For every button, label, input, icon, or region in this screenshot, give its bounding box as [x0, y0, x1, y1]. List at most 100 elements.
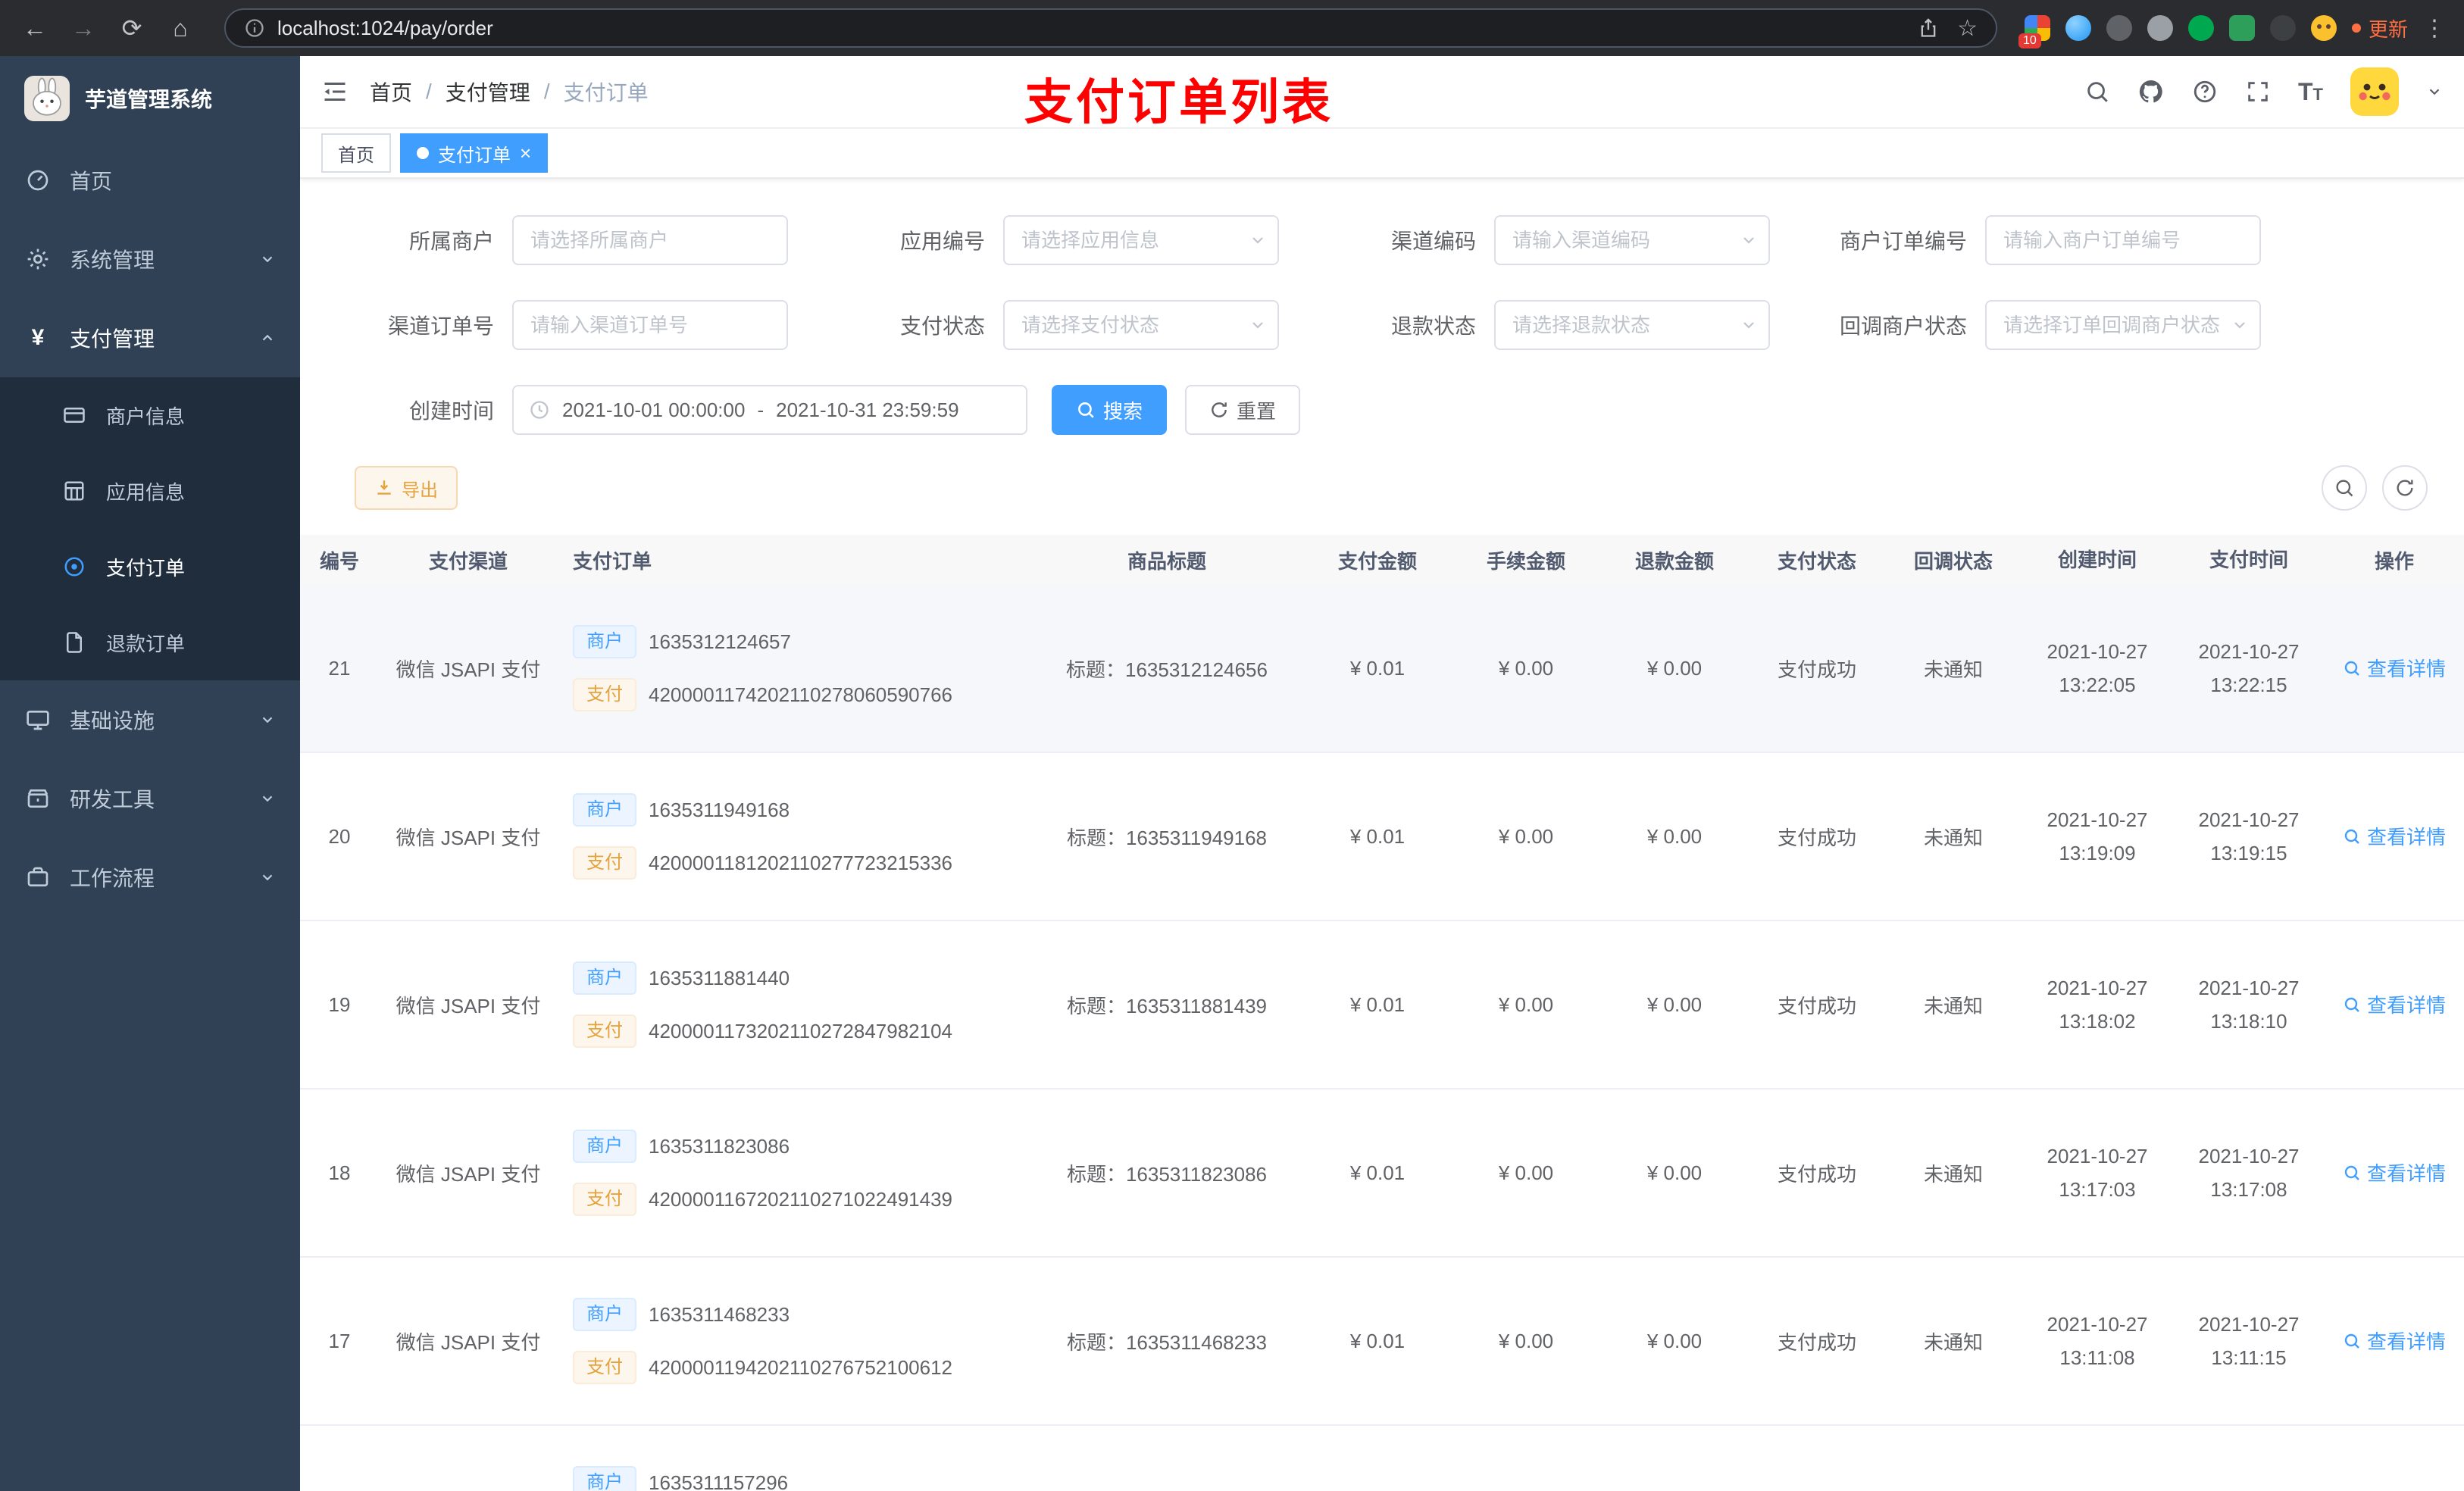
- refund-status-select[interactable]: [1494, 300, 1770, 350]
- cell-title: 标题：1635311823086: [1066, 1162, 1268, 1186]
- sidebar-item-label: 工作流程: [70, 867, 155, 890]
- filter-label-notify-status: 回调商户状态: [1839, 314, 1967, 338]
- tab-pay-order[interactable]: 支付订单 ×: [400, 133, 549, 173]
- extension-icon[interactable]: [2065, 15, 2091, 41]
- cell-pay-time: 2021-10-27 13:22:15: [2198, 639, 2300, 696]
- pay-tag: 支付: [573, 1183, 636, 1216]
- logo-image: [24, 76, 70, 121]
- view-details-link[interactable]: 查看详情: [2343, 1327, 2446, 1355]
- cell-id: 17: [328, 1329, 351, 1352]
- sidebar-item-pay-order[interactable]: 支付订单: [0, 529, 300, 605]
- filter-label-refund-status: 退款状态: [1390, 314, 1476, 338]
- orders-table: 编号 支付渠道 支付订单 商品标题 支付金额 手续金额 退款金额 支付状态 回调…: [300, 535, 2464, 1491]
- sidebar-item-workflow[interactable]: 工作流程: [0, 838, 300, 917]
- extension-icon[interactable]: [2106, 15, 2132, 41]
- pay-tag: 支付: [573, 1014, 636, 1048]
- refresh-button[interactable]: [2382, 465, 2428, 511]
- merchant-order-no: 1635311949168: [649, 798, 790, 821]
- date-range-picker[interactable]: 2021-10-01 00:00:00 - 2021-10-31 23:59:5…: [512, 385, 1027, 435]
- back-icon[interactable]: ←: [18, 11, 52, 45]
- fullscreen-icon[interactable]: [2245, 79, 2271, 105]
- share-icon[interactable]: [1918, 17, 1939, 39]
- merchant-select[interactable]: [512, 215, 788, 265]
- pay-order-no: 4200001194202110276752100612: [649, 1355, 953, 1379]
- collapse-sidebar-icon[interactable]: [321, 78, 349, 105]
- chevron-down-icon: [259, 790, 276, 807]
- merchant-tag: 商户: [573, 625, 636, 658]
- breadcrumb-item[interactable]: 支付管理: [446, 77, 530, 107]
- url-text[interactable]: localhost:1024/pay/order: [277, 17, 493, 40]
- site-info-icon[interactable]: [244, 17, 265, 39]
- view-details-link[interactable]: 查看详情: [2343, 654, 2446, 682]
- view-details-link[interactable]: 查看详情: [2343, 990, 2446, 1018]
- table-row: 21 微信 JSAPI 支付 商户 1635312124657 支付 42000…: [300, 585, 2464, 753]
- cell-title: 标题：1635311468233: [1066, 1330, 1268, 1354]
- chevron-down-icon: [259, 251, 276, 267]
- grid-icon: [61, 477, 88, 505]
- extension-icon[interactable]: [2147, 15, 2173, 41]
- search-icon[interactable]: [2084, 79, 2110, 105]
- sidebar: 芋道管理系统 首页 系统管理 ¥ 支付管理 商户信息 应用信息 支付订单 退款订…: [0, 56, 300, 1491]
- col-header-order: 支付订单: [573, 549, 652, 573]
- notify-status-select[interactable]: [1985, 300, 2261, 350]
- cell-action: 查看详情: [2325, 990, 2464, 1019]
- breadcrumb: 首页 / 支付管理 / 支付订单: [370, 77, 649, 107]
- sidebar-item-merchant-info[interactable]: 商户信息: [0, 377, 300, 453]
- sidebar-item-label: 商户信息: [106, 405, 186, 428]
- chevron-down-icon: [1249, 231, 1267, 249]
- github-icon[interactable]: [2137, 78, 2165, 105]
- cell-pay-time: 2021-10-27 13:19:15: [2198, 808, 2300, 864]
- caret-down-icon[interactable]: [2426, 83, 2443, 100]
- channel-order-no-input[interactable]: [512, 300, 788, 350]
- font-size-icon[interactable]: TT: [2298, 78, 2323, 106]
- sidebar-item-label: 基础设施: [70, 709, 155, 733]
- forward-icon[interactable]: →: [67, 11, 100, 45]
- export-button[interactable]: 导出: [355, 466, 458, 510]
- merchant-order-no: 1635312124657: [649, 630, 791, 653]
- sidebar-item-refund-order[interactable]: 退款订单: [0, 605, 300, 680]
- sidebar-item-app-info[interactable]: 应用信息: [0, 453, 300, 529]
- channel-code-select[interactable]: [1494, 215, 1770, 265]
- bank-card-icon: [61, 402, 88, 429]
- sidebar-item-pay[interactable]: ¥ 支付管理: [0, 299, 300, 377]
- cell-pay-time: 2021-10-27 13:17:08: [2198, 1144, 2300, 1201]
- view-details-link[interactable]: 查看详情: [2343, 1158, 2446, 1186]
- close-icon[interactable]: ×: [520, 143, 531, 163]
- extension-icon[interactable]: [2269, 15, 2296, 41]
- cell-order: 商户 1635311823086 支付 42000011672021102710…: [558, 1130, 1030, 1216]
- address-bar[interactable]: localhost:1024/pay/order ☆: [224, 8, 1997, 48]
- extension-icon[interactable]: [2228, 15, 2255, 41]
- tags-view: 首页 支付订单 ×: [300, 129, 2464, 179]
- extension-icon[interactable]: [2187, 15, 2214, 41]
- sidebar-item-system[interactable]: 系统管理: [0, 220, 300, 299]
- user-avatar[interactable]: [2350, 67, 2399, 116]
- search-button[interactable]: 搜索: [1052, 385, 1168, 435]
- sidebar-item-home[interactable]: 首页: [0, 141, 300, 220]
- cell-refund: ¥ 0.00: [1646, 992, 1703, 1016]
- sidebar-item-devtools[interactable]: 研发工具: [0, 759, 300, 838]
- cell-fee: ¥ 0.00: [1498, 656, 1554, 680]
- help-icon[interactable]: [2192, 79, 2218, 105]
- cell-notify: 未通知: [1923, 1330, 1983, 1354]
- breadcrumb-item[interactable]: 首页: [370, 77, 412, 107]
- merchant-tag: 商户: [573, 1466, 636, 1491]
- profile-avatar-icon[interactable]: [2310, 15, 2337, 41]
- merchant-order-no-input[interactable]: [1985, 215, 2261, 265]
- sidebar-item-infra[interactable]: 基础设施: [0, 680, 300, 759]
- filter-label-merchant-order-no: 商户订单编号: [1839, 230, 1967, 253]
- app-select[interactable]: [1003, 215, 1279, 265]
- home-icon[interactable]: ⌂: [164, 11, 197, 45]
- show-search-button[interactable]: [2322, 465, 2367, 511]
- cell-action: 查看详情: [2325, 1327, 2464, 1355]
- pay-status-select[interactable]: [1003, 300, 1279, 350]
- reset-button[interactable]: 重置: [1185, 385, 1301, 435]
- browser-update-button[interactable]: 更新: [2351, 14, 2408, 42]
- bookmark-star-icon[interactable]: ☆: [1957, 15, 1978, 42]
- extension-icon[interactable]: 10: [2018, 15, 2050, 48]
- browser-menu-icon[interactable]: ⋮: [2423, 15, 2446, 42]
- view-details-link[interactable]: 查看详情: [2343, 822, 2446, 850]
- chevron-down-icon: [1249, 316, 1267, 334]
- tab-home[interactable]: 首页: [321, 133, 391, 173]
- reload-icon[interactable]: ⟳: [115, 11, 149, 45]
- merchant-order-no: 1635311157296: [649, 1471, 789, 1491]
